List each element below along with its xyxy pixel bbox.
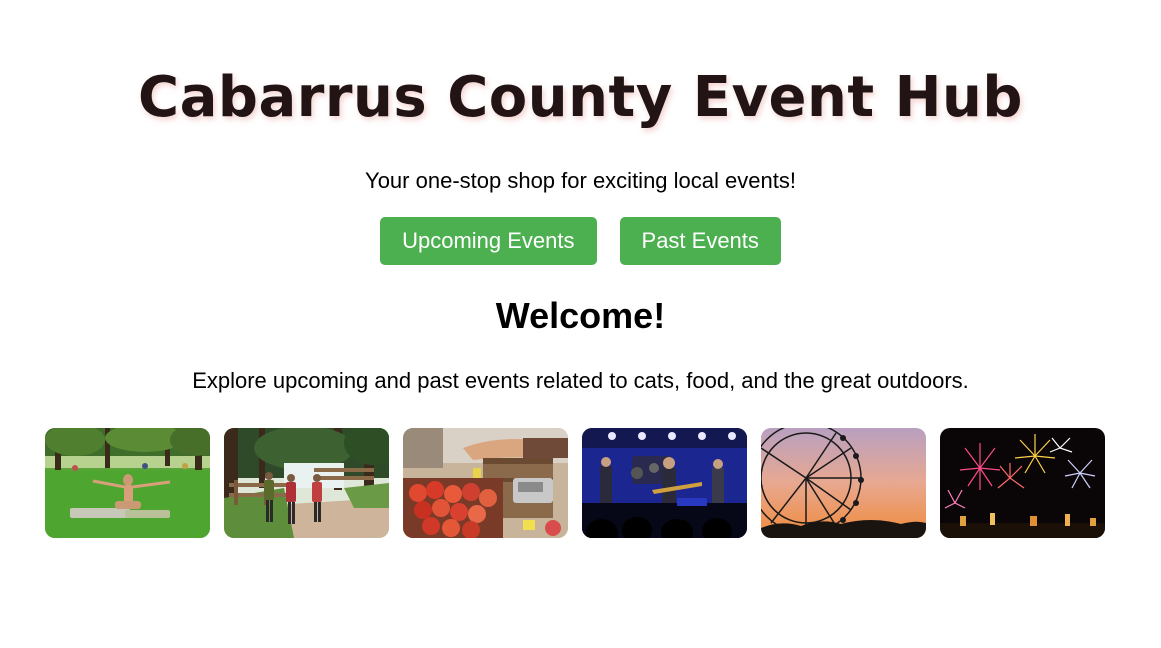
yoga-in-park-photo: [45, 428, 210, 538]
page-title: Cabarrus County Event Hub: [138, 65, 1023, 130]
live-concert-photo: [582, 428, 747, 538]
event-nav: Upcoming Events Past Events: [0, 217, 1161, 265]
ferris-wheel-sunset-photo: [761, 428, 926, 538]
farmers-market-photo: [403, 428, 568, 538]
past-events-button[interactable]: Past Events: [619, 217, 781, 265]
intro-text: Explore upcoming and past events related…: [192, 368, 969, 393]
hiking-trail-photo: [224, 428, 389, 538]
welcome-heading: Welcome!: [495, 295, 666, 336]
fireworks-photo: [940, 428, 1105, 538]
tagline: Your one-stop shop for exciting local ev…: [365, 168, 796, 193]
upcoming-events-button[interactable]: Upcoming Events: [380, 217, 597, 265]
photo-gallery: [45, 428, 1105, 538]
